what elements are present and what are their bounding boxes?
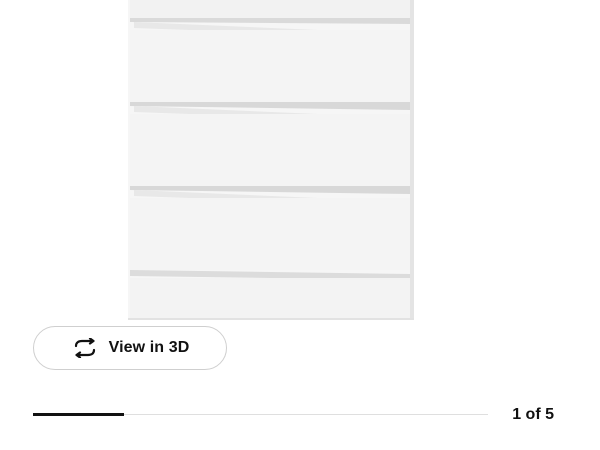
drawer-4 [130,198,410,270]
dresser-side-edge [410,0,414,320]
carousel-counter: 1 of 5 [512,406,554,423]
product-page: View in 3D 1 of 5 [0,0,600,450]
product-image[interactable] [0,0,600,340]
carousel-progress-track[interactable] [33,413,488,416]
dresser-plinth [130,278,410,320]
rotate-3d-icon [71,338,99,358]
view-in-3d-label: View in 3D [108,339,190,356]
dresser-floor-edge [128,318,414,320]
drawer-2 [130,30,410,102]
drawer-3 [130,114,410,186]
carousel-progress-fill [33,413,124,416]
drawer-1 [130,0,410,18]
view-in-3d-button[interactable]: View in 3D [33,326,227,370]
